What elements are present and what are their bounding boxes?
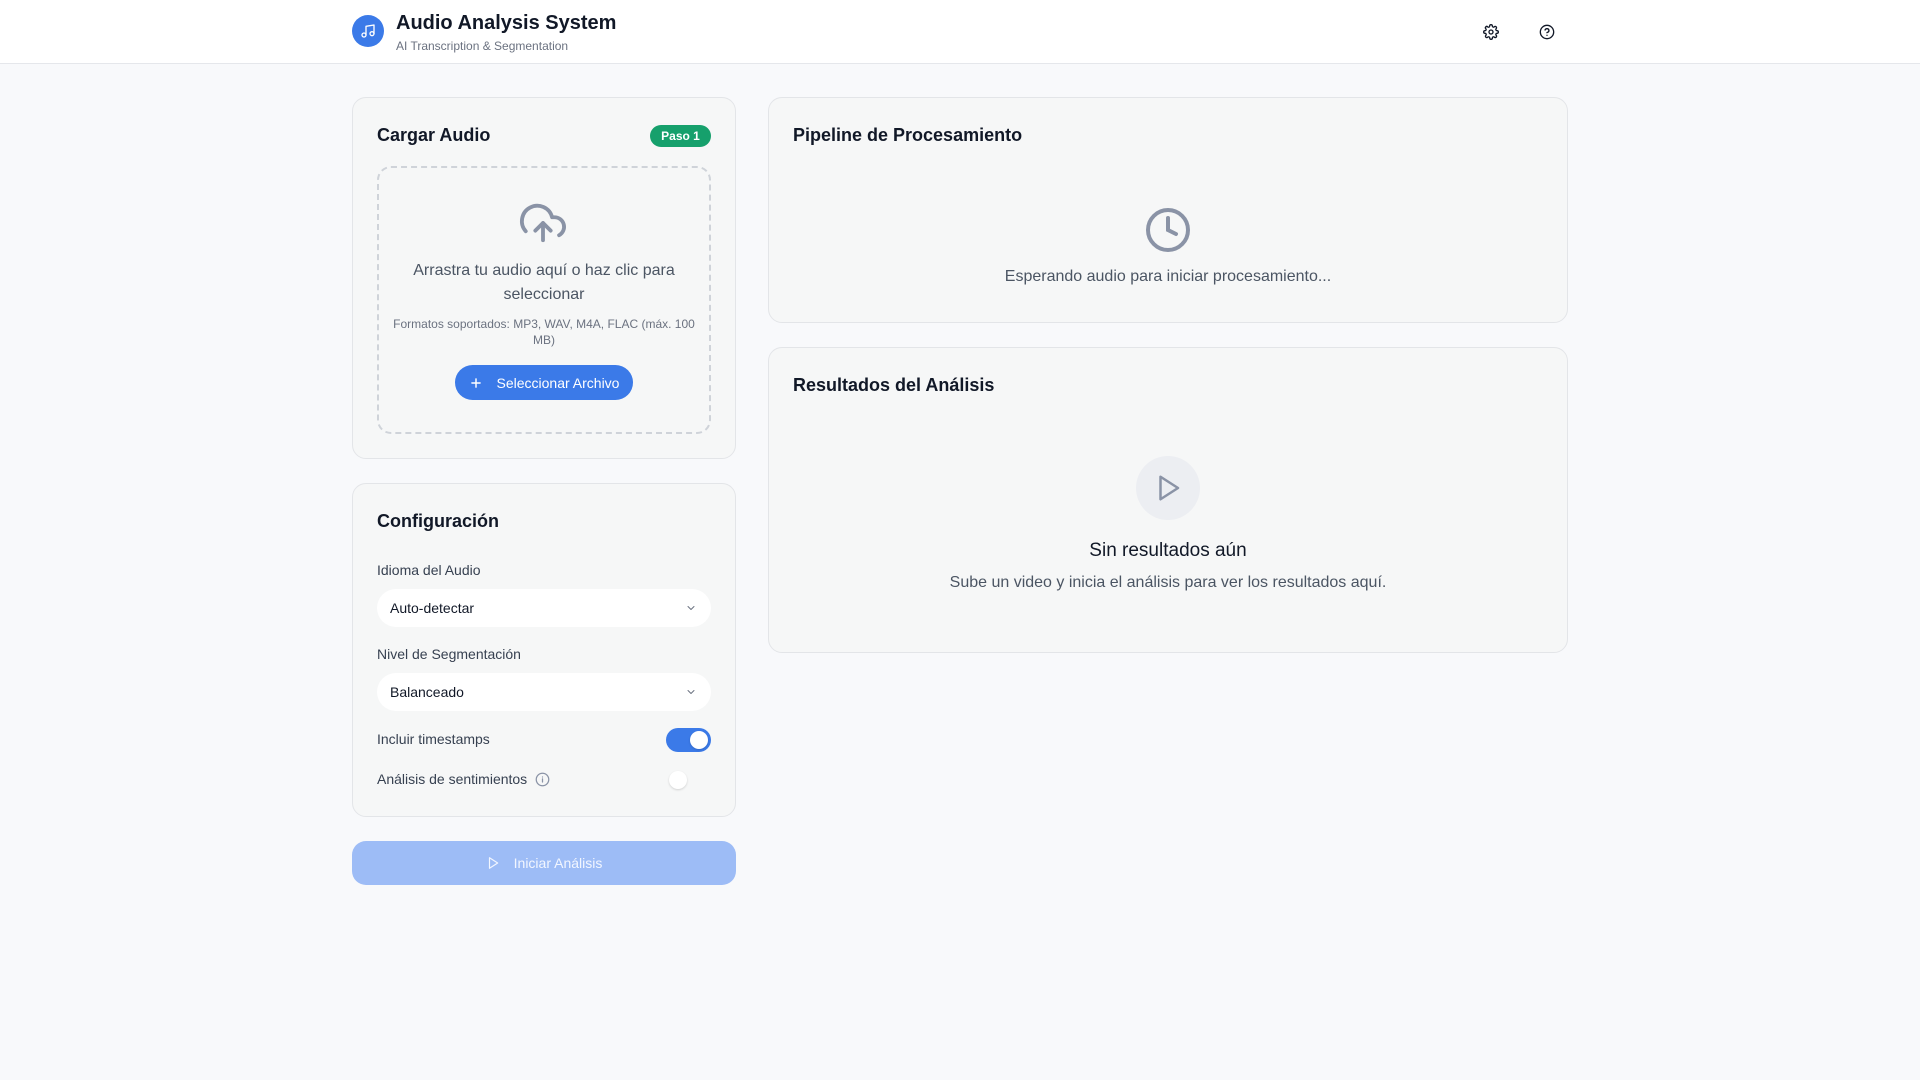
plus-icon: [470, 377, 481, 388]
language-label: Idioma del Audio: [377, 562, 481, 578]
dropzone-text: Arrastra tu audio aquí o haz clic para s…: [413, 262, 675, 303]
segmentation-select[interactable]: Balanceado: [377, 673, 711, 711]
chevron-down-icon: [687, 606, 695, 610]
config-title: Configuración: [377, 511, 499, 531]
cloud-upload-icon: [518, 200, 568, 251]
segmentation-value: Balanceado: [390, 684, 464, 700]
music-note-icon: [352, 15, 384, 47]
results-empty-title: Sin resultados aún: [1089, 540, 1247, 561]
gear-icon: [1483, 24, 1499, 40]
help-button[interactable]: [1531, 16, 1563, 48]
supported-formats: Formatos soportados: MP3, WAV, M4A, FLAC…: [393, 317, 695, 347]
app-title: Audio Analysis System: [396, 12, 617, 34]
select-file-button[interactable]: Seleccionar Archivo: [455, 365, 633, 400]
play-icon: [1136, 456, 1200, 520]
sentiment-toggle[interactable]: [666, 768, 711, 792]
segmentation-label: Nivel de Segmentación: [377, 646, 521, 662]
chevron-down-icon: [687, 690, 695, 694]
select-file-label: Seleccionar Archivo: [496, 374, 620, 391]
info-icon[interactable]: [535, 772, 550, 792]
play-icon: [488, 857, 498, 869]
start-analysis-button[interactable]: Iniciar Análisis: [352, 841, 736, 885]
step-badge: Paso 1: [650, 125, 711, 147]
pipeline-title: Pipeline de Procesamiento: [793, 125, 1023, 145]
start-analysis-label: Iniciar Análisis: [513, 855, 603, 871]
clock-icon: [1144, 206, 1192, 259]
sentiment-label: Análisis de sentimientos: [377, 771, 528, 787]
results-empty-text: Sube un video y inicia el análisis para …: [949, 574, 1387, 591]
app-header: Audio Analysis System AI Transcription &…: [0, 0, 1920, 64]
upload-title: Cargar Audio: [377, 125, 491, 145]
settings-button[interactable]: [1475, 16, 1507, 48]
toggle-knob: [669, 771, 687, 789]
results-title: Resultados del Análisis: [793, 375, 995, 395]
toggle-knob: [690, 731, 708, 749]
help-circle-icon: [1539, 24, 1555, 40]
app-subtitle: AI Transcription & Segmentation: [396, 39, 569, 53]
language-select[interactable]: Auto-detectar: [377, 589, 711, 627]
language-value: Auto-detectar: [390, 600, 475, 616]
timestamps-toggle[interactable]: [666, 728, 711, 752]
timestamps-label: Incluir timestamps: [377, 731, 490, 747]
pipeline-waiting-text: Esperando audio para iniciar procesamien…: [1004, 268, 1332, 285]
